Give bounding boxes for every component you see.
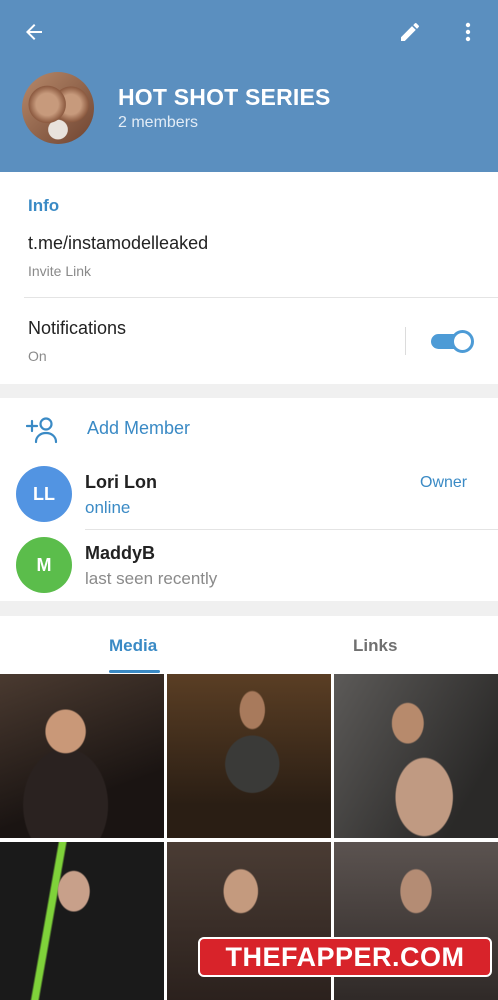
add-member-button[interactable]: Add Member (87, 418, 190, 439)
member-name: MaddyB (85, 543, 156, 563)
member-role-badge: Owner (420, 474, 468, 491)
edit-button[interactable] (392, 14, 428, 50)
active-tab-indicator (109, 670, 160, 673)
media-thumbnail[interactable] (0, 674, 164, 838)
toggle-knob (451, 330, 474, 353)
notifications-label[interactable]: Notifications (28, 318, 126, 339)
tab-media[interactable]: Media (109, 636, 157, 656)
more-options-button[interactable] (450, 14, 486, 50)
member-name: Lori Lon (85, 472, 157, 492)
members-section: Add Member LL Lori Lon online Owner M Ma… (0, 398, 498, 601)
avatar: M (16, 537, 72, 593)
member-status: last seen recently (85, 569, 218, 588)
tab-links[interactable]: Links (353, 636, 397, 656)
member-status: online (85, 498, 131, 517)
notifications-toggle[interactable] (431, 330, 474, 353)
divider (85, 529, 498, 530)
member-count: 2 members (118, 114, 199, 131)
avatar: LL (16, 466, 72, 522)
more-vertical-icon (465, 22, 471, 42)
pencil-icon (401, 23, 419, 41)
invite-link-caption: Invite Link (28, 263, 92, 279)
add-person-icon[interactable] (25, 416, 58, 444)
member-row-maddyb[interactable]: M MaddyB last seen recently (0, 537, 498, 607)
chat-info-header: HOT SHOT SERIES 2 members (0, 0, 498, 172)
group-title: HOT SHOT SERIES (118, 84, 331, 110)
invite-link[interactable]: t.me/instamodelleaked (28, 233, 208, 254)
media-thumbnail[interactable] (0, 842, 164, 1000)
divider (24, 297, 498, 298)
divider (405, 327, 406, 355)
watermark-logo: THEFAPPER.COM (198, 937, 492, 977)
info-heading: Info (28, 196, 60, 215)
notifications-state: On (28, 348, 47, 364)
media-thumbnail[interactable] (167, 674, 331, 838)
arrow-left-icon (26, 24, 42, 40)
group-avatar[interactable] (22, 72, 94, 144)
member-row-lori-lon[interactable]: LL Lori Lon online Owner (0, 466, 498, 536)
media-thumbnail[interactable] (334, 674, 498, 838)
back-button[interactable] (16, 14, 52, 50)
info-section: Info t.me/instamodelleaked Invite Link N… (0, 172, 498, 384)
